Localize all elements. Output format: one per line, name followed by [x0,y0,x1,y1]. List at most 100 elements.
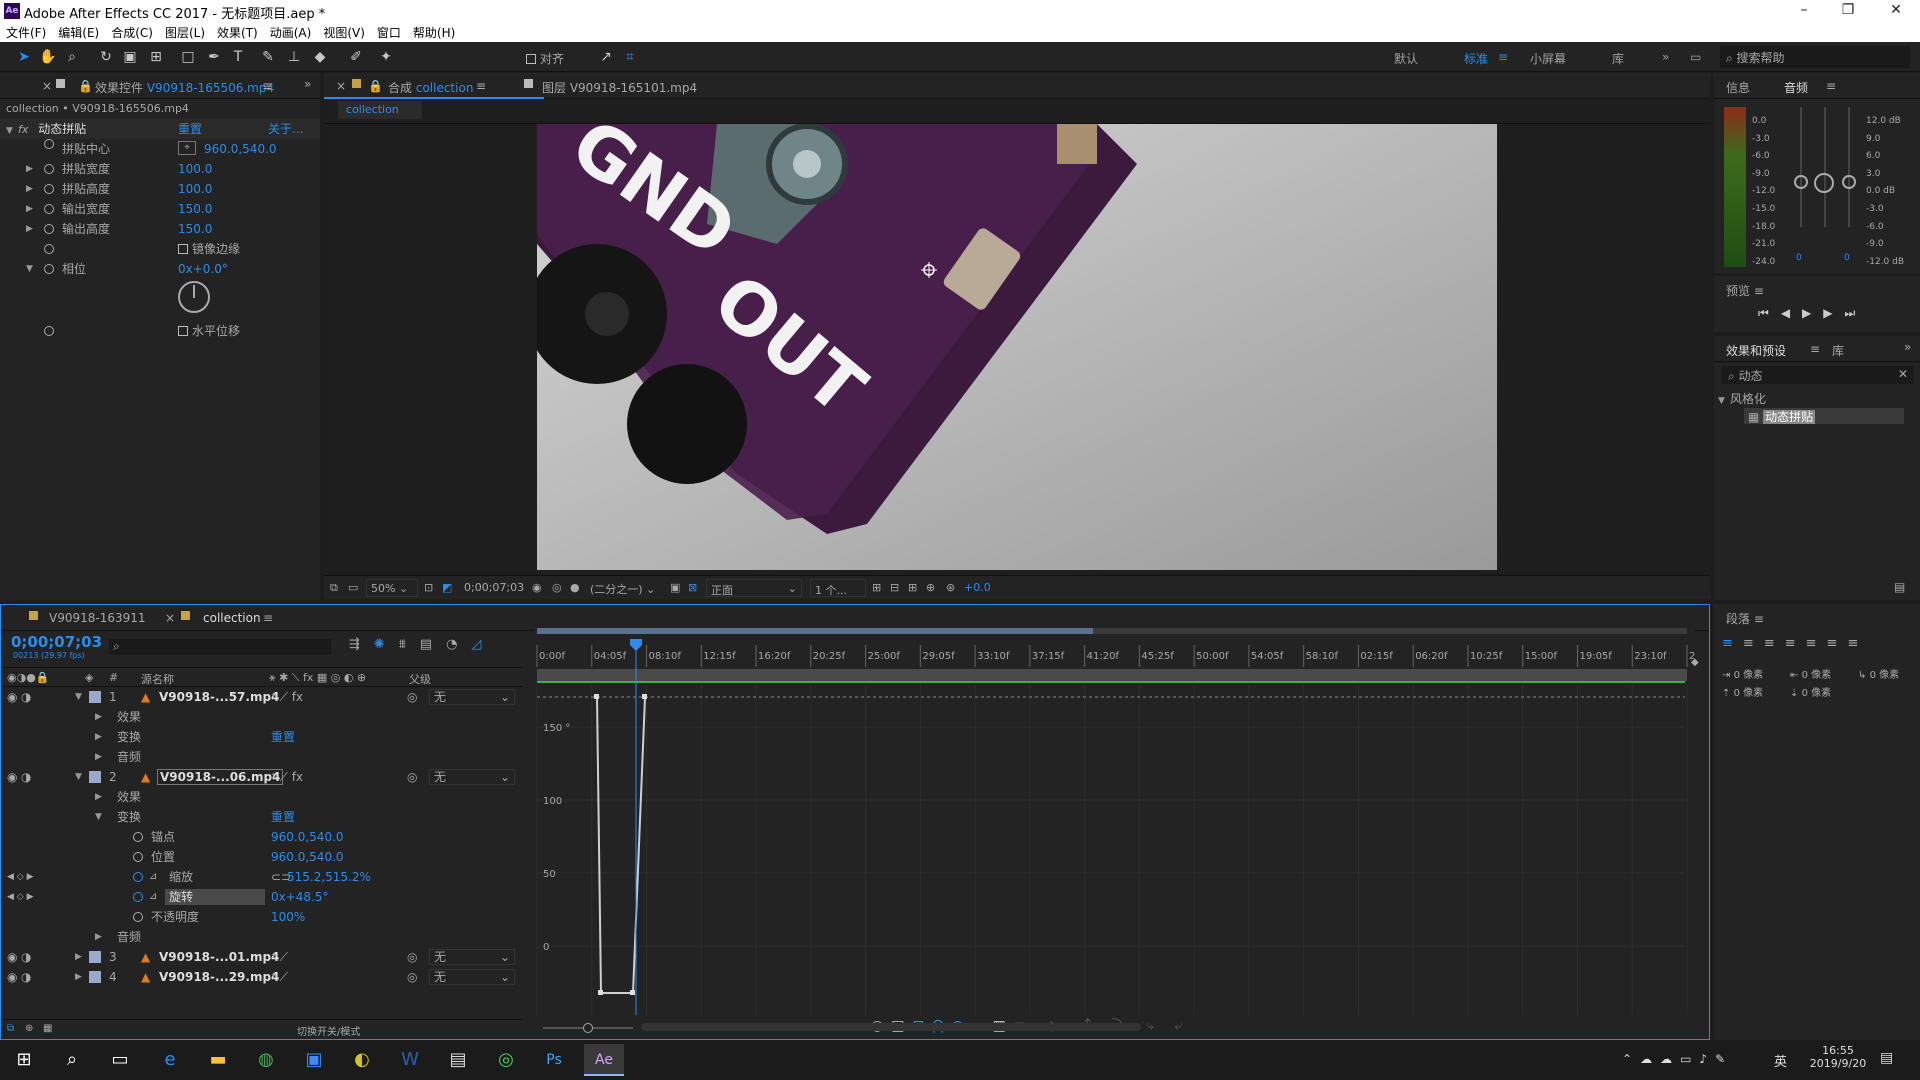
align-right-icon[interactable]: ≡ [1764,636,1785,651]
layer-name[interactable]: V90918-...01.mp4 [159,947,279,967]
collapse-icon[interactable]: ▼ [75,687,87,707]
expand-icon[interactable]: ▶ [95,787,107,807]
parent-dropdown[interactable]: 无 ⌄ [429,769,515,785]
color-channels-icon[interactable]: ● [570,581,580,594]
menu-layer[interactable]: 图层(L) [159,22,211,43]
space-before[interactable]: ⇡ 0 像素 [1722,684,1763,699]
menu-composition[interactable]: 合成(C) [105,22,159,43]
label-swatch[interactable] [89,951,101,963]
slider-knob-master[interactable] [1814,173,1834,193]
stopwatch-icon[interactable] [44,139,54,149]
layer-name[interactable]: V90918-...29.mp4 [159,967,279,987]
stopwatch-icon[interactable] [133,872,143,882]
layer-row[interactable]: ◉ ◑ ▼ 2 ▲ V90918-...06.mp4 ᐩ ⟋ fx ◎ 无 ⌄ [1,767,523,787]
effects-category[interactable]: ▼ 风格化 [1718,390,1766,407]
layer-sub-row[interactable]: ▶ 音频 [1,927,523,947]
workspace-standard[interactable]: 标准 [1464,50,1488,67]
fast-preview-icon[interactable]: ⊟ [890,581,899,594]
audio-icon[interactable]: ◑ [21,967,31,987]
menu-file[interactable]: 文件(F) [0,22,52,43]
timeline-tab-1[interactable]: V90918-163911 [49,611,146,625]
graph-toggle-icon[interactable]: ⊿ [149,867,157,887]
toggle-pixel-icon[interactable]: ⊞ [872,581,881,594]
layer-search-field[interactable]: ⌕ [109,639,331,655]
comp-breadcrumb-tab[interactable]: collection [338,101,422,119]
workspace-library[interactable]: 库 [1612,50,1624,67]
property-row[interactable]: ◀ ◇ ▶ ⊿ 旋转 0x+48.5° [1,887,523,907]
layer-name[interactable]: V90918-...57.mp4 [159,687,279,707]
library-tab[interactable]: 库 [1832,342,1844,359]
property-value[interactable]: 0x+48.5° [271,887,329,907]
indent-first[interactable]: ↳ 0 像素 [1858,666,1899,681]
snapshot-icon[interactable]: ◉ [532,581,542,594]
snap-icon[interactable]: ↗ [596,47,616,67]
fx-icon[interactable]: fx [18,123,28,136]
indent-right[interactable]: ⇤ 0 像素 [1790,666,1831,681]
notification-icon[interactable]: ▤ [1880,1050,1893,1066]
reset-exposure-icon[interactable]: ⊛ [946,581,955,594]
layer-tab[interactable]: 图层 V90918-165101.mp4 [542,79,697,96]
phase-dial[interactable] [178,281,210,313]
eye-icon[interactable]: ◉ [7,767,17,787]
after-effects-icon[interactable]: Ae [584,1044,624,1076]
layer-sub-row[interactable]: ▼ 变换 重置 [1,807,523,827]
property-value[interactable]: 100% [271,907,305,927]
justify-center-icon[interactable]: ≡ [1806,636,1827,651]
fit-icon[interactable]: ⊡ [424,581,433,594]
close-tab-icon[interactable]: × [165,611,175,625]
mirror-edges-checkbox[interactable]: 镜像边缘 [178,239,240,259]
close-tab-icon[interactable]: × [42,79,52,93]
expand-icon[interactable]: ▶ [95,707,107,727]
expand-layer-switches-icon[interactable]: ⧉ [7,1023,14,1034]
expand-icon[interactable]: ▶ [26,159,38,179]
collapse-icon[interactable]: ▼ [6,121,18,141]
pen-tool-icon[interactable]: ✒ [204,47,224,67]
timeline-tab-2[interactable]: collection [203,611,261,625]
menu-effect[interactable]: 效果(T) [211,22,264,43]
toggle-switches-modes[interactable]: 切换开关/模式 [297,1023,360,1038]
label-swatch[interactable] [89,971,101,983]
audio-icon[interactable]: ◑ [21,947,31,967]
expand-icon[interactable]: ▶ [95,727,107,747]
more-workspaces-icon[interactable]: » [1662,50,1669,64]
collapse-icon[interactable]: ▼ [95,807,107,827]
network-icon[interactable]: ▭ [1680,1052,1699,1066]
property-row[interactable]: ◀ ◇ ▶ ⊿ 缩放 ⊂⊃ 515.2,515.2% [1,867,523,887]
workspace-small-screen[interactable]: 小屏幕 [1530,50,1566,67]
label-swatch[interactable] [89,771,101,783]
stopwatch-icon[interactable] [44,326,54,336]
prop-value[interactable]: 960.0,540.0 [204,139,277,159]
brush-tool-icon[interactable]: ✎ [258,47,278,67]
workspace-switch-icon[interactable]: ▭ [1690,50,1701,64]
prop-value[interactable]: 150.0 [178,199,212,219]
rotate-tool-icon[interactable]: ↻ [96,47,116,67]
justify-all-icon[interactable]: ≡ [1847,636,1868,651]
current-time[interactable]: 0;00;07;03 [464,581,524,594]
lock-icon[interactable]: 🔒 [368,79,383,93]
draft-3d-icon[interactable]: ✺ [374,637,399,652]
layer-name[interactable]: V90918-...06.mp4 [157,769,284,785]
layer-duration-bar[interactable] [537,669,1687,681]
motion-blur-icon[interactable]: ◔ [446,637,471,652]
reset-link[interactable]: 重置 [178,119,202,139]
clear-search-icon[interactable]: ✕ [1898,367,1908,381]
flowchart-icon[interactable]: ⊕ [926,581,935,594]
switch-icons[interactable]: ᐩ ⟋ [271,947,288,967]
layer-row[interactable]: ◉ ◑ ▶ 4 ▲ V90918-...29.mp4 ᐩ ⟋ ◎ 无 ⌄ [1,967,523,987]
document-icon[interactable]: ▤ [438,1044,478,1076]
property-row[interactable]: 锚点 960.0,540.0 [1,827,523,847]
clock[interactable]: 16:55 2019/9/20 [1808,1044,1868,1070]
keyframe-handle[interactable] [642,694,647,699]
stopwatch-icon[interactable] [133,892,143,902]
expand-icon[interactable]: ▶ [95,927,107,947]
pickwhip-icon[interactable]: ◎ [407,967,417,987]
effect-item[interactable]: ▦ 动态拼贴 [1744,408,1904,424]
justify-right-icon[interactable]: ≡ [1827,636,1848,651]
comp-marker-icon[interactable]: ◆ [1691,657,1699,668]
graph-editor[interactable]: 0:00f 04:05f 08:10f 12:15f 16:20f 20:25f 25:00… [535,625,1695,1015]
ime-indicator[interactable]: 英 [1774,1051,1787,1070]
zoom-dropdown[interactable]: 50% ⌄ [366,579,418,597]
collapse-icon[interactable]: ▼ [75,767,87,787]
pen-icon[interactable]: ✎ [1715,1052,1733,1066]
pickwhip-icon[interactable]: ◎ [407,947,417,967]
